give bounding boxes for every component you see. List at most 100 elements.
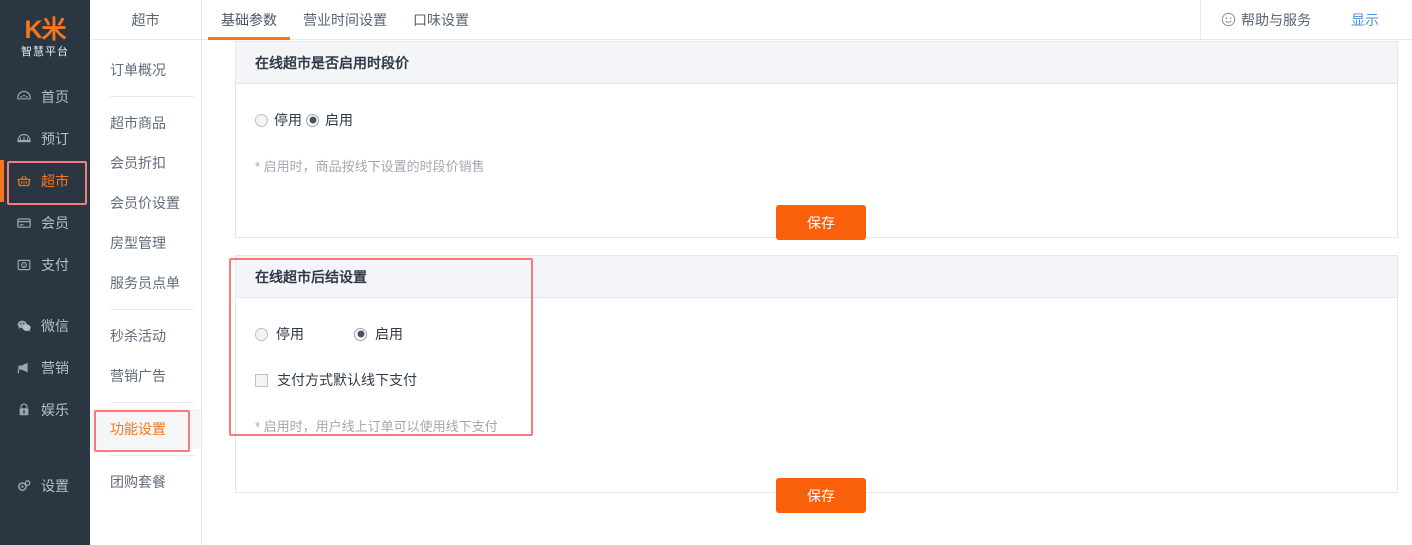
submenu-divider xyxy=(110,309,194,310)
sidebar-item-wechat[interactable]: 微信 xyxy=(0,305,90,347)
panel-body: 停用 启用 * 启用时，商品按线下设置的时段价销售 保存 xyxy=(236,84,1397,279)
sidebar-item-settings[interactable]: 设置 xyxy=(0,465,90,507)
app-root: K米 智慧平台 首页 预订 超市 会员 1 支付 微信 营销 娱乐 设置 超市 … xyxy=(0,0,1412,545)
sidebar-item-supermarket[interactable]: 超市 xyxy=(0,160,90,205)
sidebar-item-label: 营销 xyxy=(41,360,69,376)
tab-taste-settings[interactable]: 口味设置 xyxy=(400,0,482,40)
radio-enable[interactable]: 启用 xyxy=(306,110,353,130)
basket-icon xyxy=(14,173,34,189)
secondary-sidebar-list: 订单概况 超市商品 会员折扣 会员价设置 房型管理 服务员点单 秒杀活动 营销广… xyxy=(90,40,201,502)
radio-disable[interactable]: 停用 xyxy=(255,110,302,130)
radio-label: 启用 xyxy=(375,326,403,342)
tab-bar: 基础参数 营业时间设置 口味设置 xyxy=(202,0,1200,40)
radio-indicator xyxy=(255,113,268,127)
tab-label: 营业时间设置 xyxy=(303,11,387,28)
help-and-service-button[interactable]: 帮助与服务 xyxy=(1221,10,1311,30)
radio-enable[interactable]: 启用 xyxy=(354,324,403,344)
submenu-item-label: 超市商品 xyxy=(110,115,166,131)
logo-subtitle: 智慧平台 xyxy=(21,46,69,58)
panel-title: 在线超市后结设置 xyxy=(236,256,1397,298)
sidebar-item-label: 微信 xyxy=(41,318,69,334)
sidebar-item-label: 预订 xyxy=(41,131,69,147)
tab-label: 口味设置 xyxy=(413,11,469,28)
panel-hint: * 启用时，商品按线下设置的时段价销售 xyxy=(255,159,485,174)
svg-text:1: 1 xyxy=(23,263,25,267)
save-button[interactable]: 保存 xyxy=(776,205,866,240)
radio-disable[interactable]: 停用 xyxy=(255,324,304,344)
radio-indicator xyxy=(354,327,367,341)
sidebar-item-label: 娱乐 xyxy=(41,402,69,418)
payment-icon: 1 xyxy=(14,257,34,273)
sidebar-item-label: 设置 xyxy=(41,478,69,494)
checkbox-indicator xyxy=(255,373,268,387)
save-button-wrap: 保存 xyxy=(776,205,866,240)
submenu-item-group-package[interactable]: 团购套餐 xyxy=(90,462,201,502)
submenu-item-label: 营销广告 xyxy=(110,368,166,384)
main-content: 在线超市是否启用时段价 停用 启用 * 启用时，商品按线下设置的时段价销售 保存 xyxy=(202,40,1412,545)
submenu-divider xyxy=(110,455,194,456)
primary-sidebar: K米 智慧平台 首页 预订 超市 会员 1 支付 微信 营销 娱乐 设置 xyxy=(0,0,90,545)
show-link[interactable]: 显示 xyxy=(1351,10,1379,30)
submenu-divider xyxy=(110,402,194,403)
sidebar-item-member[interactable]: 会员 xyxy=(0,202,90,244)
checkbox-offline-payment-default[interactable]: 支付方式默认线下支付 xyxy=(255,370,1378,390)
submenu-item-label: 服务员点单 xyxy=(110,275,180,291)
wechat-icon xyxy=(14,318,34,334)
submenu-item-order-overview[interactable]: 订单概况 xyxy=(90,50,201,90)
submenu-item-room-type[interactable]: 房型管理 xyxy=(90,223,201,263)
tab-label: 基础参数 xyxy=(221,11,277,28)
submenu-item-label: 会员价设置 xyxy=(110,195,180,211)
sidebar-item-entertainment[interactable]: 娱乐 xyxy=(0,389,90,431)
sidebar-item-home[interactable]: 首页 xyxy=(0,76,90,118)
booking-icon xyxy=(14,131,34,147)
sidebar-item-label: 超市 xyxy=(41,173,69,189)
radio-label: 停用 xyxy=(276,326,304,342)
submenu-divider xyxy=(110,96,194,97)
submenu-item-label: 订单概况 xyxy=(110,62,166,78)
smiley-icon xyxy=(1221,12,1236,27)
card-icon xyxy=(14,215,34,231)
radio-group-time-price: 停用 启用 xyxy=(255,110,1378,130)
entertainment-icon xyxy=(14,402,34,418)
submenu-item-ads[interactable]: 营销广告 xyxy=(90,356,201,396)
radio-label: 停用 xyxy=(274,112,302,128)
submenu-item-function-settings[interactable]: 功能设置 xyxy=(90,409,201,452)
panel-body: 停用 启用 支付方式默认线下支付 * 启用时，用户线上订单可以使用线下支付 保存 xyxy=(236,298,1397,534)
panel-title: 在线超市是否启用时段价 xyxy=(236,42,1397,84)
submenu-item-waiter-order[interactable]: 服务员点单 xyxy=(90,263,201,303)
submenu-item-goods[interactable]: 超市商品 xyxy=(90,103,201,143)
sidebar-item-marketing[interactable]: 营销 xyxy=(0,347,90,389)
secondary-sidebar: 超市 订单概况 超市商品 会员折扣 会员价设置 房型管理 服务员点单 秒杀活动 … xyxy=(90,0,202,545)
submenu-item-label: 房型管理 xyxy=(110,235,166,251)
radio-indicator xyxy=(255,327,268,341)
submenu-item-label: 功能设置 xyxy=(110,421,166,437)
tab-basic-params[interactable]: 基础参数 xyxy=(208,0,290,40)
dashboard-icon xyxy=(14,89,34,105)
sidebar-item-label: 支付 xyxy=(41,257,69,273)
submenu-item-member-discount[interactable]: 会员折扣 xyxy=(90,143,201,183)
submenu-item-label: 团购套餐 xyxy=(110,474,166,490)
sidebar-item-payment[interactable]: 1 支付 xyxy=(0,244,90,286)
help-and-service-label: 帮助与服务 xyxy=(1241,11,1311,28)
tab-business-hours[interactable]: 营业时间设置 xyxy=(290,0,400,40)
primary-sidebar-list: 首页 预订 超市 会员 1 支付 微信 营销 娱乐 设置 xyxy=(0,76,90,507)
sidebar-item-label: 会员 xyxy=(41,215,69,231)
radio-label: 启用 xyxy=(325,112,353,128)
sidebar-item-label: 首页 xyxy=(41,89,69,105)
radio-indicator xyxy=(306,113,319,127)
secondary-sidebar-title: 超市 xyxy=(90,0,201,40)
header-actions: 帮助与服务 显示 xyxy=(1200,0,1412,39)
panel-hint: * 启用时，用户线上订单可以使用线下支付 xyxy=(255,419,498,434)
submenu-item-flash-sale[interactable]: 秒杀活动 xyxy=(90,316,201,356)
save-button-wrap: 保存 xyxy=(776,478,866,513)
sidebar-item-booking[interactable]: 预订 xyxy=(0,118,90,160)
gear-icon xyxy=(14,478,34,494)
megaphone-icon xyxy=(14,360,34,376)
submenu-item-label: 秒杀活动 xyxy=(110,328,166,344)
save-button[interactable]: 保存 xyxy=(776,478,866,513)
checkbox-label: 支付方式默认线下支付 xyxy=(277,372,417,388)
panel-time-price: 在线超市是否启用时段价 停用 启用 * 启用时，商品按线下设置的时段价销售 保存 xyxy=(235,41,1398,240)
logo: K米 智慧平台 xyxy=(0,0,90,72)
submenu-item-member-price[interactable]: 会员价设置 xyxy=(90,183,201,223)
panel-post-settlement: 在线超市后结设置 停用 启用 支付方式默认线下支付 * 启用时，用户线上订单可以… xyxy=(235,255,1398,513)
